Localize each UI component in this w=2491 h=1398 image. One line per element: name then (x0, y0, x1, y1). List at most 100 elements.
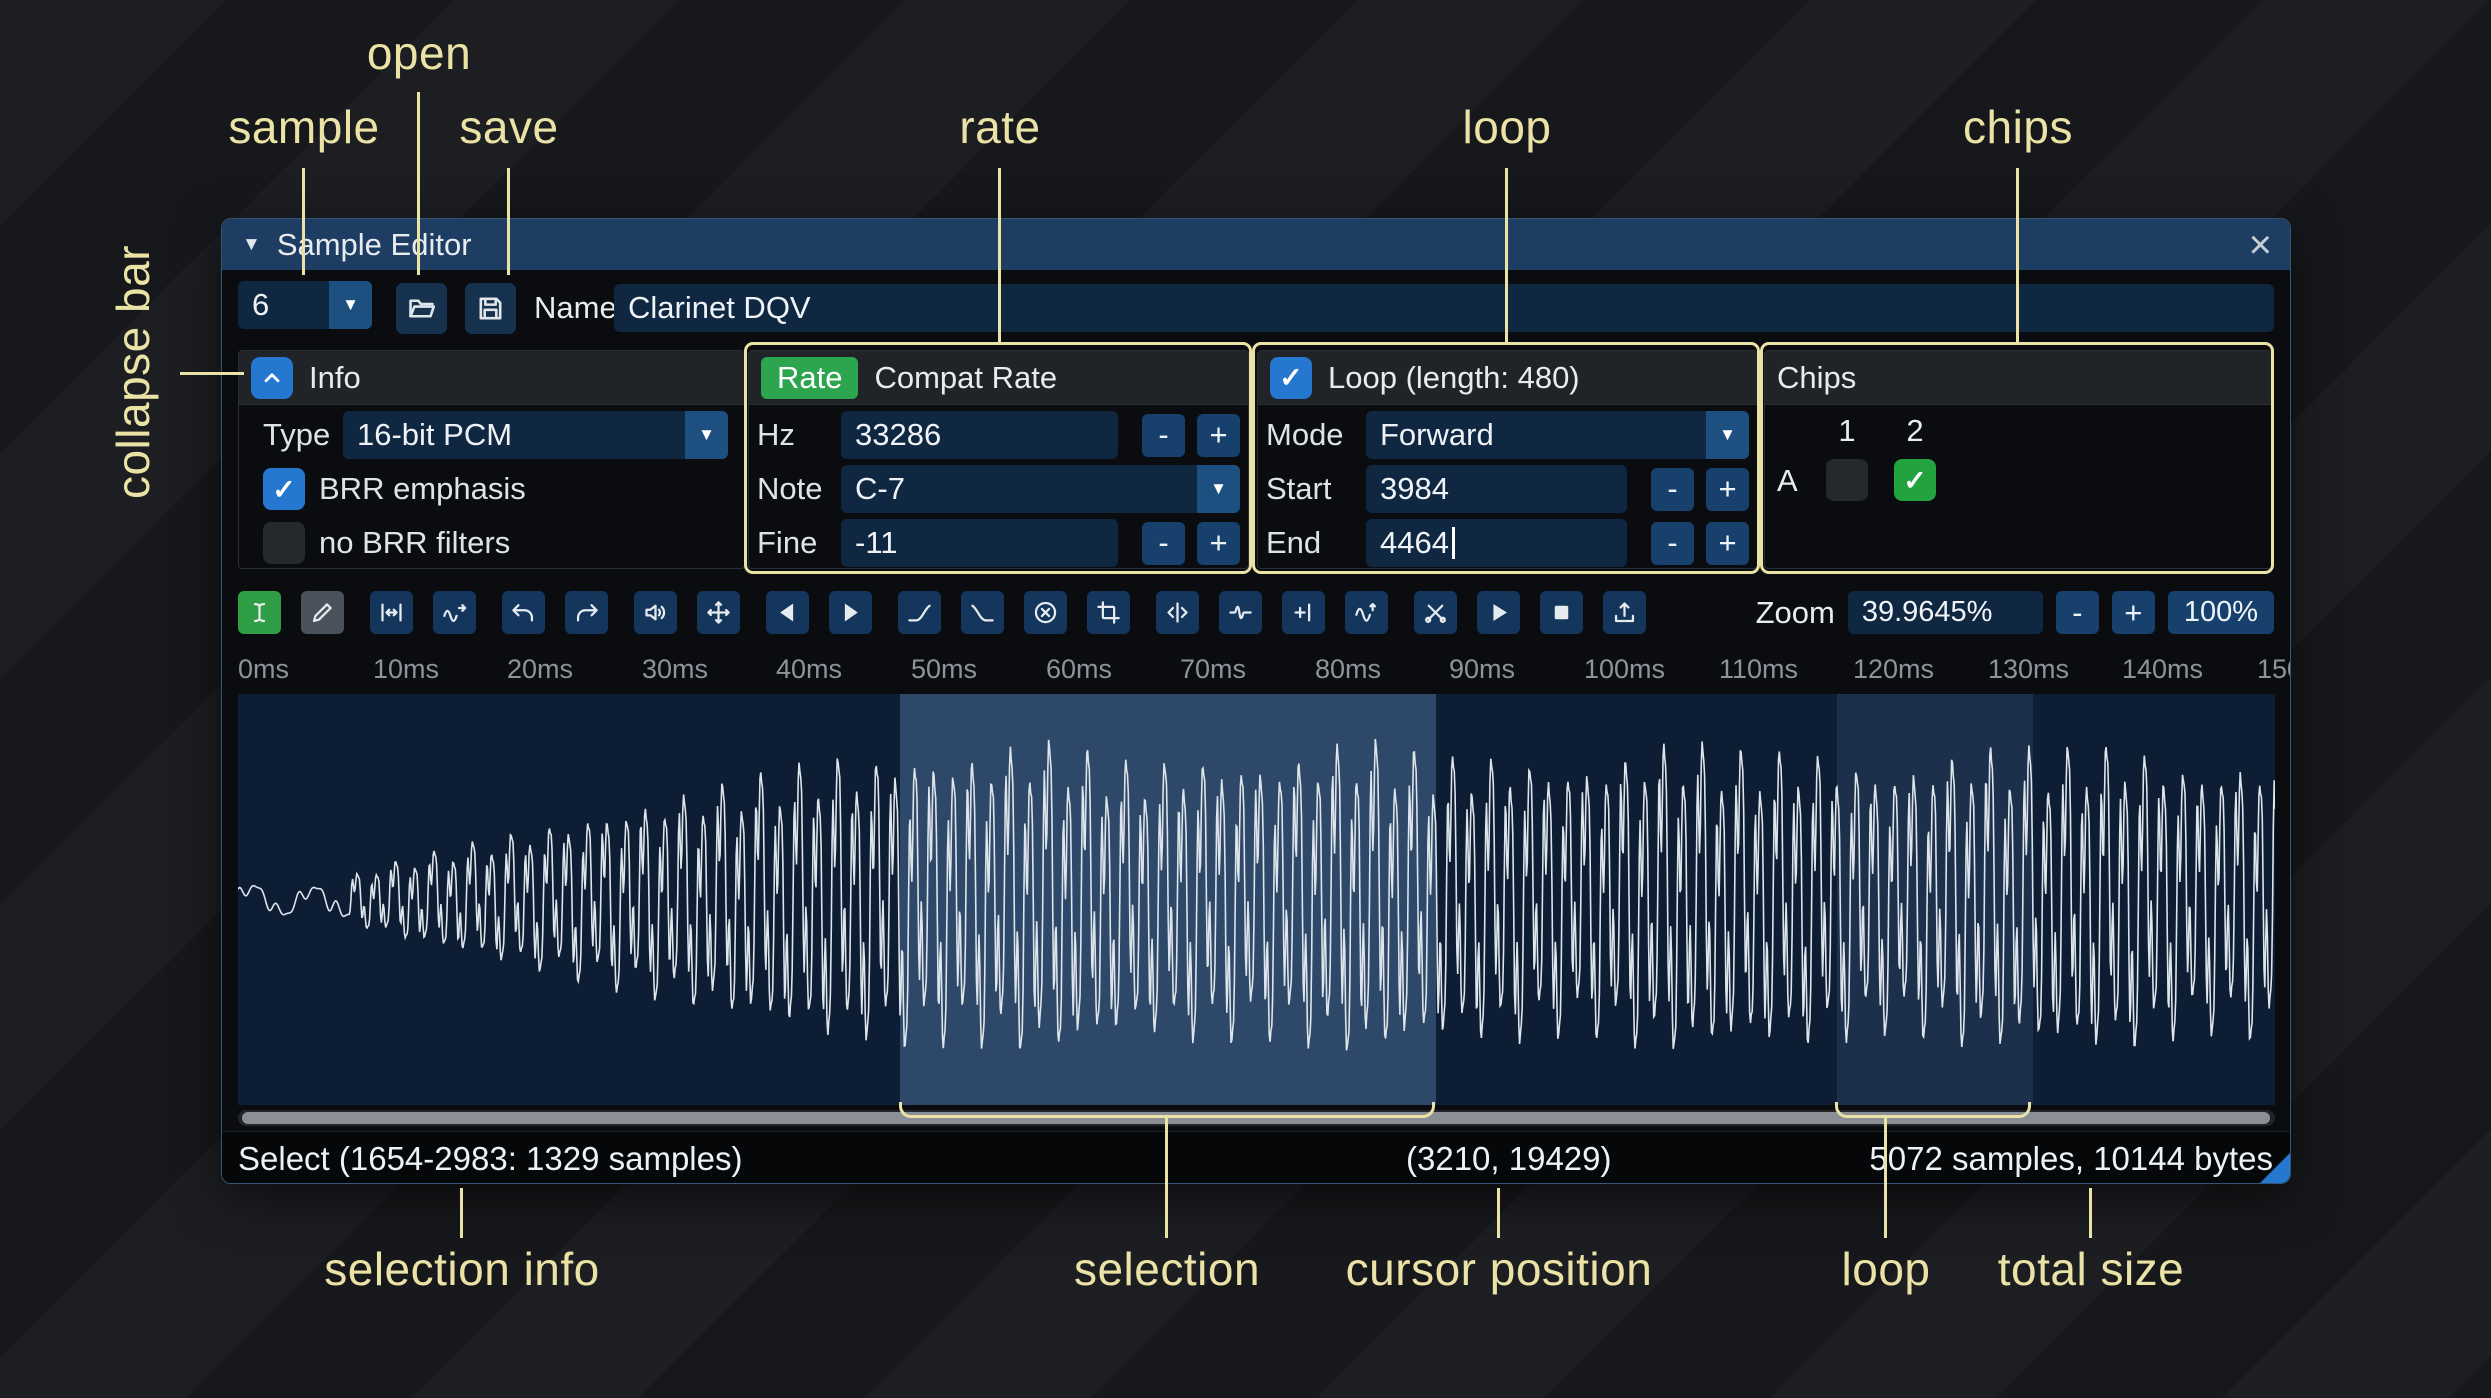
waveform-plot (238, 738, 2275, 1051)
create-instrument-button[interactable] (1603, 591, 1646, 634)
titlebar[interactable]: ▼ Sample Editor × (222, 219, 2290, 270)
chip-column-1: 1 (1838, 413, 1856, 448)
callout-line-cursor-position (1497, 1188, 1500, 1238)
annotation-open: open (366, 27, 472, 79)
trim-button[interactable] (1087, 591, 1130, 634)
reverse-button[interactable] (766, 591, 809, 634)
fine-decrement-button[interactable]: - (1142, 521, 1185, 565)
loop-enable-checkbox[interactable]: ✓ (1270, 356, 1312, 399)
stop-icon (1554, 605, 1569, 620)
select-tool-button[interactable] (238, 591, 281, 634)
status-selection-info: Select (1654-2983: 1329 samples) (238, 1140, 743, 1177)
filter-button[interactable] (1345, 591, 1388, 634)
insert-silence-button[interactable] (1156, 591, 1199, 634)
annotation-selection: selection (1073, 1243, 1261, 1295)
chip-2-checkbox[interactable]: ✓ (1894, 459, 1936, 501)
chevron-down-icon[interactable]: ▼ (685, 411, 728, 459)
zoom-reset-button[interactable]: 100% (2167, 591, 2274, 634)
callout-line-selection (1165, 1118, 1168, 1238)
callout-line-collapse-bar (180, 372, 244, 375)
loop-start-increment-button[interactable]: + (1706, 467, 1749, 511)
loop-start-input[interactable]: 3984 (1366, 465, 1627, 513)
redo-button[interactable] (565, 591, 608, 634)
window-resize-handle[interactable] (2260, 1153, 2290, 1183)
rate-panel: Rate Compat Rate Hz 33286 - + Note C-7 ▼ (748, 350, 1249, 569)
apply-silence-button[interactable] (1219, 591, 1262, 634)
insert-point-button[interactable] (1282, 591, 1325, 634)
hz-increment-button[interactable]: + (1197, 413, 1240, 457)
normalize-button[interactable] (697, 591, 740, 634)
brr-emphasis-checkbox[interactable]: ✓ (263, 468, 305, 510)
hz-decrement-button[interactable]: - (1142, 413, 1185, 457)
resize-button[interactable] (370, 591, 413, 634)
chevron-down-icon[interactable]: ▼ (1197, 465, 1240, 513)
rate-chip-button[interactable]: Rate (761, 356, 859, 399)
fade-out-button[interactable] (961, 591, 1004, 634)
zoom-input[interactable]: 39.9645% (1847, 591, 2043, 634)
ruler-label: 40ms (776, 654, 843, 684)
sample-selector[interactable]: 6 ▼ (238, 281, 372, 329)
loop-end-increment-button[interactable]: + (1706, 521, 1749, 565)
collapse-bar-button[interactable] (251, 356, 293, 399)
status-total-size: 5072 samples, 10144 bytes (1869, 1140, 2273, 1177)
ruler-label: 140ms (2122, 654, 2204, 684)
chevron-down-icon[interactable]: ▼ (329, 281, 372, 329)
time-ruler[interactable]: 0ms 10ms 20ms 30ms 40ms 50ms 60ms 70ms 8… (222, 652, 2290, 690)
fine-label: Fine (757, 525, 818, 560)
fade-in-icon (908, 604, 931, 622)
callout-bracket-loop (1835, 1102, 2031, 1118)
hz-input[interactable]: 33286 (841, 411, 1118, 459)
sample-editor-window: ▼ Sample Editor × 6 ▼ Name Clarinet DQV (221, 218, 2291, 1184)
draw-tool-button[interactable] (301, 591, 344, 634)
zoom-in-button[interactable]: + (2111, 591, 2155, 634)
loop-start-decrement-button[interactable]: - (1651, 467, 1694, 511)
fine-input[interactable]: -11 (841, 519, 1118, 567)
waveform-view[interactable] (238, 694, 2275, 1105)
annotation-cursor-position: cursor position (1345, 1243, 1653, 1295)
undo-button[interactable] (502, 591, 545, 634)
note-dropdown[interactable]: C-7 ▼ (841, 465, 1240, 513)
ruler-label: 10ms (373, 654, 440, 684)
zoom-out-button[interactable]: - (2055, 591, 2099, 634)
ibeam-cursor-icon (253, 602, 266, 623)
collapse-window-icon[interactable]: ▼ (242, 234, 261, 256)
ruler-label: 110ms (1719, 654, 1799, 684)
preview-button[interactable] (1477, 591, 1520, 634)
ruler-label: 50ms (911, 654, 978, 684)
chevron-down-icon[interactable]: ▼ (1706, 411, 1749, 459)
amplify-button[interactable] (634, 591, 677, 634)
sample-name-input[interactable]: Clarinet DQV (614, 284, 2274, 332)
stop-preview-button[interactable] (1540, 591, 1583, 634)
flatten-wave-icon (1229, 605, 1252, 620)
open-sample-button[interactable] (396, 283, 447, 334)
speaker-icon (645, 604, 666, 621)
chip-1-checkbox[interactable] (1826, 459, 1868, 501)
resample-button[interactable] (433, 591, 476, 634)
loop-end-decrement-button[interactable]: - (1651, 521, 1694, 565)
play-icon (1493, 604, 1507, 621)
no-brr-filters-checkbox[interactable] (263, 522, 305, 564)
sample-name-value: Clarinet DQV (628, 290, 811, 325)
callout-line-total-size (2089, 1188, 2092, 1238)
sample-number: 6 (252, 287, 270, 322)
arrows-expand-icon (707, 601, 730, 624)
annotation-selection-info: selection info (324, 1243, 600, 1295)
close-button[interactable]: × (2249, 219, 2272, 270)
sample-type-dropdown[interactable]: 16-bit PCM ▼ (343, 411, 728, 459)
delete-button[interactable] (1024, 591, 1067, 634)
loop-mode-dropdown[interactable]: Forward ▼ (1366, 411, 1749, 459)
text-caret (1451, 527, 1455, 559)
chips-panel-title: Chips (1777, 359, 1857, 395)
callout-line-loop-bottom (1884, 1118, 1887, 1238)
crossfade-button[interactable] (1414, 591, 1457, 634)
insert-point-icon (1294, 603, 1311, 622)
save-sample-button[interactable] (465, 283, 516, 334)
fine-increment-button[interactable]: + (1197, 521, 1240, 565)
ruler-label: 90ms (1449, 654, 1516, 684)
edit-toolbar: Zoom 39.9645% - + 100% (238, 591, 2274, 634)
annotation-sample: sample (228, 101, 380, 153)
fade-in-button[interactable] (898, 591, 941, 634)
invert-button[interactable] (829, 591, 872, 634)
ruler-label: 150 (2257, 654, 2290, 684)
loop-end-input[interactable]: 4464 (1366, 519, 1627, 567)
